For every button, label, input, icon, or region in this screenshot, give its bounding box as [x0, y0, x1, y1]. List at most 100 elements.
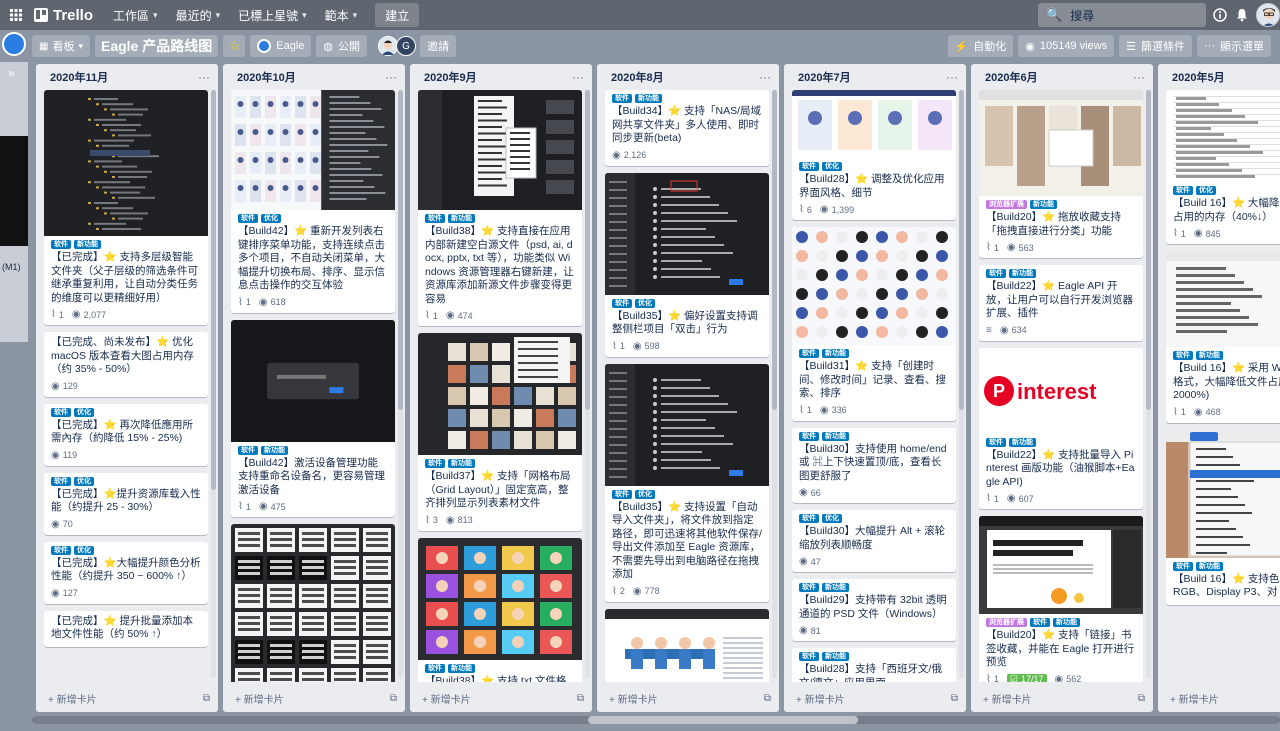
workspace-button[interactable]: Eagle — [250, 35, 312, 57]
card[interactable]: 软件优化【Build 16】⭐ 大幅降低目需要占用的内存（40%↓） ⌇1 ◉845 — [1166, 90, 1280, 244]
list-more-icon[interactable]: ··· — [1133, 70, 1145, 84]
list-scrollbar-thumb[interactable] — [772, 90, 777, 410]
visibility-button[interactable]: ◍ 公開 — [316, 35, 367, 57]
add-card-button[interactable]: + 新增卡片⧉ — [1158, 684, 1280, 712]
card-label[interactable]: 新功能 — [448, 214, 475, 223]
card-label[interactable]: 优化 — [74, 545, 94, 555]
board-view-switcher[interactable]: ▦ 看板 ▾ — [32, 35, 90, 57]
card-template-icon[interactable]: ⧉ — [390, 693, 397, 704]
add-card-button[interactable]: + 新增卡片⧉ — [784, 684, 966, 712]
card[interactable]: 浏览器扩展 软件 新功能 【Build20】⭐ 支持「链接」书签收藏，并能在 Eagl… — [979, 516, 1143, 682]
list-scrollbar[interactable] — [959, 90, 964, 678]
card-label[interactable]: 软件 — [425, 663, 445, 673]
list-header[interactable]: 2020年10月 ··· — [223, 64, 405, 90]
list-header[interactable]: 2020年6月 ··· — [971, 64, 1153, 90]
card-label[interactable]: 优化 — [635, 298, 655, 308]
list-scrollbar[interactable] — [211, 90, 216, 678]
card-label[interactable]: 新功能 — [1009, 269, 1036, 278]
card-label[interactable]: 软件 — [51, 476, 71, 486]
card[interactable]: 软件 优化 【已完成】⭐提升资源库载入性能（约提升 25 - 30%） ◉ 70 — [44, 472, 208, 535]
card[interactable]: 软件新功能【Build 16】⭐ 采用 WebP 图格式，大幅降低文件占用 25… — [1166, 251, 1280, 423]
card[interactable]: 软件新功能【Build38】⭐ 支持 txt 文件格式，快捷在 Eagle 进行… — [418, 537, 582, 682]
card-label[interactable]: 新功能 — [1009, 437, 1036, 447]
card-label[interactable]: 优化 — [822, 162, 842, 171]
card[interactable]: 软件 优化 【Build28】⭐ 调整及优化应用界面风格、细节 ⌇ 6 ◉ 1,399 — [792, 90, 956, 220]
scrollbar-thumb[interactable] — [588, 716, 858, 724]
card[interactable]: 软件 优化 【已完成】⭐ 再次降低應用所需內存（約降低 15% - 25%) ◉ 119 — [44, 403, 208, 466]
card-label[interactable]: 新功能 — [1053, 618, 1080, 627]
card-label[interactable]: 软件 — [238, 445, 258, 455]
card[interactable]: 软件 新功能 【Build29】支持带有 32bit 透明通道的 PSD 文件（Wi… — [792, 579, 956, 641]
card-label[interactable]: 优化 — [74, 407, 94, 417]
card[interactable]: 软件 新功能 【Build31】⭐ 支持「创建时间、修改时间」记录、查看、搜索、排序… — [792, 227, 956, 421]
card[interactable]: 软件新功能【Build 16】⭐ 支持色彩管理(sRGB、Display P3、… — [1166, 429, 1280, 605]
card-label[interactable]: 软件 — [612, 489, 632, 499]
star-icon[interactable]: ☆ — [223, 35, 246, 57]
card-label[interactable]: 新功能 — [1030, 200, 1057, 209]
card-label[interactable]: 优化 — [822, 514, 842, 523]
card-label[interactable]: 新功能 — [448, 663, 475, 673]
card-label[interactable]: 新功能 — [448, 459, 475, 468]
list-title[interactable]: 2020年8月 — [611, 69, 664, 85]
card[interactable]: 软件 新功能 【Build22】⭐ Eagle API 开放，让用户可以自行开发浏览… — [979, 265, 1143, 341]
card-label[interactable]: 软件 — [425, 459, 445, 468]
list-more-icon[interactable]: ··· — [385, 70, 397, 84]
list-title[interactable]: 2020年10月 — [237, 69, 296, 85]
nav-workspaces[interactable]: 工作區 ▾ — [105, 3, 166, 27]
board-list[interactable]: 2020年11月 ··· 软件 新功能 【已完成】⭐ 支持多层级智能文件夹（父子层级的筛… — [36, 64, 218, 712]
nav-templates[interactable]: 範本 ▾ — [317, 3, 366, 27]
list-more-icon[interactable]: ··· — [572, 70, 584, 84]
card[interactable]: 软件 新功能 【Build37】⭐ 支持「网格布局（Grid Layout）」固定宽… — [418, 333, 582, 531]
card-label[interactable]: 软件 — [1173, 561, 1193, 571]
list-header[interactable]: 2020年7月 ··· — [784, 64, 966, 90]
list-title[interactable]: 2020年6月 — [985, 69, 1038, 85]
card-label[interactable]: 软件 — [986, 269, 1006, 278]
collapsed-sidebar[interactable]: » (M1) — [0, 62, 28, 342]
add-card-button[interactable]: + 新增卡片⧉ — [971, 684, 1153, 712]
board-list[interactable]: 2020年6月 ··· 浏览器扩展 新功能 【Build20】⭐ 拖放收藏支持「拖拽直接… — [971, 64, 1153, 712]
list-scrollbar[interactable] — [1146, 90, 1151, 678]
card-label[interactable]: 新功能 — [822, 431, 849, 441]
card-label[interactable]: 软件 — [612, 94, 632, 103]
card-label[interactable]: 优化 — [74, 476, 94, 486]
list-scrollbar[interactable] — [398, 90, 403, 678]
card-label[interactable]: 软件 — [1030, 618, 1050, 627]
nav-recent[interactable]: 最近的 ▾ — [168, 3, 229, 27]
card-label[interactable]: 软件 — [51, 240, 71, 249]
board-horizontal-scrollbar[interactable] — [32, 716, 1280, 724]
card-label[interactable]: 优化 — [261, 214, 281, 223]
invite-button[interactable]: 邀請 — [419, 35, 456, 57]
card[interactable]: 软件 优化 【Build30】大幅提升 Alt + 滚轮缩放列表顺畅度 ◉ 47 — [792, 510, 956, 572]
list-scrollbar[interactable] — [772, 90, 777, 678]
card-label[interactable]: 软件 — [799, 583, 819, 592]
card[interactable]: 软件 新功能 【Build34】⭐ 支持「NAS/局域网共享文件夹」多人使用、即时同… — [605, 90, 769, 166]
board-list[interactable]: 2020年5月···软件优化【Build 16】⭐ 大幅降低目需要占用的内存（4… — [1158, 64, 1280, 712]
info-icon[interactable] — [1210, 5, 1230, 25]
list-scrollbar-thumb[interactable] — [585, 90, 590, 410]
card[interactable]: 软件 优化 【Build35】⭐ 支持设置「自动导入文件夹」，将文件放到指定路径，即… — [605, 363, 769, 602]
board-title[interactable]: Eagle 产品路线图 — [94, 35, 219, 57]
card-label[interactable]: 软件 — [1173, 186, 1193, 195]
create-button[interactable]: 建立 — [375, 3, 420, 27]
card[interactable]: 软件 优化 【Build35】⭐ 偏好设置支持调整侧栏项目「双击」行为 ⌇ 1 ◉ 598 — [605, 172, 769, 357]
card-label[interactable]: 软件 — [799, 162, 819, 171]
trello-logo[interactable]: Trello — [34, 7, 93, 24]
card-label[interactable]: 浏览器扩展 — [986, 200, 1027, 209]
list-header[interactable]: 2020年11月 ··· — [36, 64, 218, 90]
card-label[interactable]: 优化 — [635, 489, 655, 499]
member-avatar[interactable] — [377, 36, 398, 56]
automation-button[interactable]: ⚡ 自動化 — [947, 35, 1014, 57]
expand-sidebar-icon[interactable]: » — [8, 66, 15, 80]
list-more-icon[interactable]: ··· — [759, 70, 771, 84]
card-label[interactable]: 软件 — [1173, 351, 1193, 360]
card[interactable]: 浏览器扩展 新功能 【Build20】⭐ 拖放收藏支持「拖拽直接进行分类」功能 ⌇ 1 ◉… — [979, 90, 1143, 258]
list-more-icon[interactable]: ··· — [946, 70, 958, 84]
board-list[interactable]: 2020年9月 ··· 软件 新功能 【Build38】⭐ 支持直接在应用内部新建空白源… — [410, 64, 592, 712]
card[interactable]: 【已完成】⭐ 提升批量添加本地文件性能（约 50% ↑） — [44, 610, 208, 647]
card-label[interactable]: 新功能 — [261, 445, 288, 455]
card-label[interactable]: 新功能 — [822, 583, 849, 592]
card-label[interactable]: 软件 — [51, 407, 71, 417]
nav-starred[interactable]: 已標上星號 ▾ — [230, 3, 315, 27]
list-title[interactable]: 2020年5月 — [1172, 69, 1225, 85]
card[interactable]: 软件 新功能 【Build30】支持使用 home/end 或 ⌘上下快速置顶/底，… — [792, 427, 956, 503]
